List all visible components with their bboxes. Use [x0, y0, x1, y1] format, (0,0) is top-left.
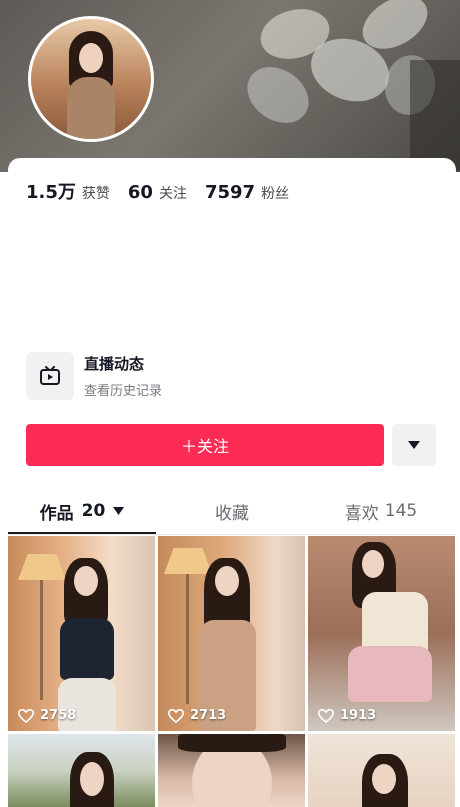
live-history-entry[interactable]: 直播动态 查看历史记录: [26, 352, 162, 400]
caret-down-icon: [113, 507, 125, 515]
follow-button[interactable]: ＋关注: [26, 424, 384, 466]
stat-following[interactable]: 60 关注: [128, 182, 187, 203]
tab-favorites-label: 收藏: [215, 503, 249, 524]
live-history-text: 直播动态 查看历史记录: [84, 353, 162, 399]
tab-works-count: 20: [81, 501, 106, 521]
stat-followers[interactable]: 7597 粉丝: [205, 182, 289, 203]
like-count: 2758: [40, 708, 77, 723]
video-grid: 2758 2713 1913: [8, 536, 456, 807]
heart-icon: [18, 708, 34, 723]
avatar-face: [79, 43, 103, 73]
caret-down-icon: [408, 441, 420, 449]
stat-followers-label: 粉丝: [261, 186, 290, 202]
like-count: 1913: [340, 708, 377, 723]
heart-icon: [318, 708, 334, 723]
tab-favorites[interactable]: 收藏: [158, 488, 306, 534]
like-count-overlay: 1913: [318, 708, 376, 723]
tab-likes-count: 145: [384, 501, 418, 521]
tab-works[interactable]: 作品 20: [8, 488, 156, 534]
avatar-body: [67, 77, 115, 139]
avatar[interactable]: [28, 16, 154, 142]
video-thumbnail[interactable]: [308, 734, 455, 807]
cover-shadow: [410, 60, 460, 170]
stat-followers-value: 7597: [204, 182, 256, 203]
tab-likes-label: 喜欢: [344, 503, 379, 524]
stat-likes-value: 1.5万: [26, 182, 76, 203]
video-thumbnail[interactable]: [8, 734, 155, 807]
like-count: 2713: [190, 708, 227, 723]
stat-likes-label: 获赞: [81, 186, 110, 202]
tv-icon: [26, 352, 74, 400]
stat-following-label: 关注: [158, 186, 187, 202]
video-thumbnail[interactable]: 2713: [158, 536, 305, 731]
video-thumbnail[interactable]: [158, 734, 305, 807]
stat-likes: 1.5万 获赞: [26, 178, 110, 204]
video-thumbnail[interactable]: 1913: [308, 536, 455, 731]
more-options-button[interactable]: [392, 424, 436, 466]
stat-following-value: 60: [127, 182, 153, 203]
heart-icon: [168, 708, 184, 723]
cover-flower-petal: [236, 55, 320, 135]
live-history-subtitle: 查看历史记录: [84, 384, 163, 399]
active-tab-indicator: [8, 532, 156, 534]
profile-stats: 1.5万 获赞 60 关注 7597 粉丝: [26, 178, 289, 204]
like-count-overlay: 2713: [168, 708, 226, 723]
like-count-overlay: 2758: [18, 708, 76, 723]
tab-works-label: 作品: [39, 503, 74, 524]
live-history-title: 直播动态: [84, 355, 145, 373]
video-thumbnail[interactable]: 2758: [8, 536, 155, 731]
profile-tabs: 作品 20 收藏 喜欢 145: [8, 488, 456, 535]
tab-likes[interactable]: 喜欢 145: [306, 488, 456, 534]
